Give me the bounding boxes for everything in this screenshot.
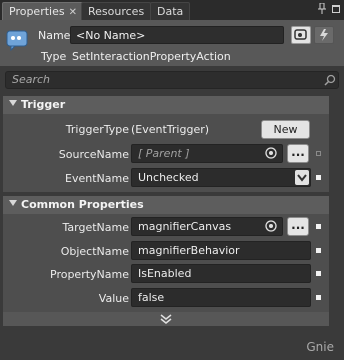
source-browse-button[interactable]: ... bbox=[287, 144, 309, 163]
new-trigger-button[interactable]: New bbox=[261, 120, 310, 139]
source-name-field[interactable]: [ Parent ] bbox=[131, 144, 283, 163]
search-input[interactable]: Search bbox=[5, 71, 339, 89]
tab-strip: Properties ✕ Resources Data bbox=[0, 0, 344, 21]
target-browse-button[interactable]: ... bbox=[287, 217, 309, 236]
event-name-value: Unchecked bbox=[138, 171, 199, 184]
trigger-type-label: TriggerType bbox=[65, 123, 129, 136]
trigger-section-header[interactable]: Trigger bbox=[3, 96, 329, 114]
trigger-type-value: (EventTrigger) bbox=[131, 123, 210, 136]
object-name-field[interactable]: magnifierBehavior bbox=[131, 241, 311, 260]
name-label: Name bbox=[38, 29, 71, 42]
property-name-label: PropertyName bbox=[50, 268, 129, 281]
pin-icon[interactable] bbox=[316, 2, 328, 15]
behavior-object-icon bbox=[6, 29, 28, 52]
target-name-label: TargetName bbox=[62, 221, 129, 234]
object-name-label: ObjectName bbox=[60, 245, 129, 258]
advanced-options-marker[interactable] bbox=[316, 248, 321, 253]
advanced-options-marker[interactable] bbox=[316, 224, 321, 229]
properties-view-button[interactable] bbox=[291, 26, 311, 44]
value-label: Value bbox=[98, 292, 129, 305]
tab-properties[interactable]: Properties ✕ bbox=[2, 2, 84, 21]
tab-data-label: Data bbox=[157, 5, 184, 18]
advanced-options-marker[interactable] bbox=[316, 175, 321, 180]
object-header: Name <No Name> Type SetInteractionProper… bbox=[0, 20, 344, 66]
advanced-options-marker[interactable] bbox=[316, 151, 321, 156]
panel-close-icon[interactable] bbox=[330, 3, 342, 15]
double-chevron-down-icon[interactable] bbox=[3, 312, 329, 326]
tab-data[interactable]: Data bbox=[150, 2, 191, 21]
source-name-label: SourceName bbox=[58, 148, 129, 161]
events-view-button[interactable] bbox=[314, 26, 334, 44]
watermark: Gnie bbox=[306, 340, 334, 354]
event-name-label: EventName bbox=[65, 172, 129, 185]
trigger-section-title: Trigger bbox=[21, 98, 66, 111]
common-properties-section: Common Properties TargetName magnifierCa… bbox=[3, 196, 329, 312]
event-name-dropdown[interactable]: Unchecked bbox=[131, 168, 311, 187]
property-name-field[interactable]: IsEnabled bbox=[131, 264, 311, 283]
tab-resources-label: Resources bbox=[88, 5, 145, 18]
close-icon[interactable]: ✕ bbox=[69, 7, 77, 18]
advanced-options-marker[interactable] bbox=[316, 271, 321, 276]
search-bar: Search bbox=[0, 66, 344, 94]
common-properties-title: Common Properties bbox=[21, 198, 144, 211]
show-more-bar[interactable] bbox=[3, 312, 329, 326]
target-picker-icon[interactable] bbox=[265, 147, 277, 159]
tab-resources[interactable]: Resources bbox=[81, 2, 152, 21]
type-label: Type bbox=[41, 50, 67, 63]
chevron-down-icon[interactable] bbox=[295, 170, 309, 185]
collapse-arrow-icon[interactable] bbox=[9, 200, 17, 206]
value-field[interactable]: false bbox=[131, 288, 311, 307]
target-picker-icon[interactable] bbox=[265, 220, 277, 232]
name-field[interactable]: <No Name> bbox=[70, 26, 284, 44]
tab-properties-label: Properties bbox=[9, 5, 65, 18]
collapse-arrow-icon[interactable] bbox=[9, 100, 17, 106]
advanced-options-marker[interactable] bbox=[316, 295, 321, 300]
search-icon bbox=[324, 74, 336, 86]
common-properties-header[interactable]: Common Properties bbox=[3, 196, 329, 214]
trigger-section: Trigger TriggerType (EventTrigger) New S… bbox=[3, 96, 329, 192]
type-value: SetInteractionPropertyAction bbox=[72, 50, 231, 63]
scrollbar[interactable] bbox=[331, 94, 344, 329]
target-name-field[interactable]: magnifierCanvas bbox=[131, 217, 283, 236]
